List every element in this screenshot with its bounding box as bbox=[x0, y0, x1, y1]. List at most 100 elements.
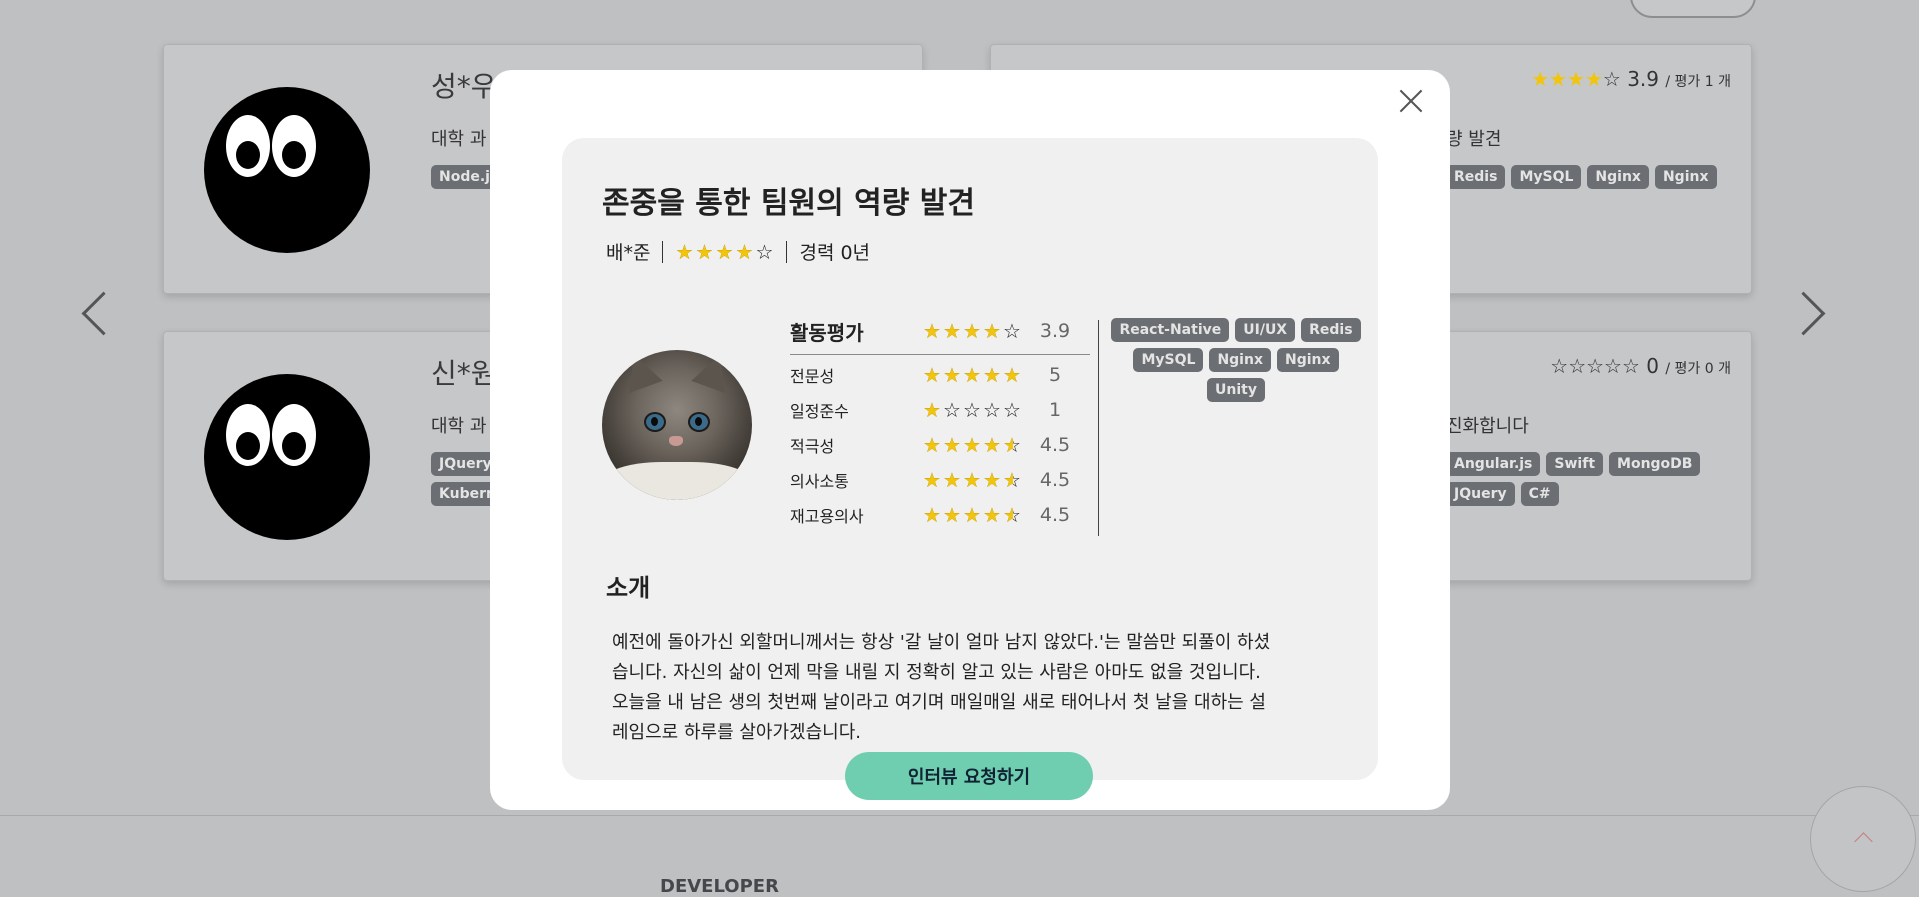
star-icon: ☆ bbox=[963, 397, 981, 422]
author-name: 배*준 bbox=[606, 242, 651, 264]
star-icon: ☆ ★ bbox=[943, 467, 961, 492]
divider bbox=[662, 240, 664, 263]
activity-label: 활동평가 bbox=[790, 320, 864, 345]
tech-tag: MongoDB bbox=[1609, 452, 1701, 476]
rating-label: 적극성 bbox=[790, 436, 835, 456]
tech-tag: Nginx bbox=[1587, 165, 1649, 189]
intro-line: 오늘을 내 남은 생의 첫번째 날이라고 여기며 매일매일 새로 태어나서 첫 … bbox=[612, 692, 1266, 713]
star-icon: ☆ ★ bbox=[943, 502, 961, 527]
star-icon: ☆ ★ bbox=[963, 319, 981, 343]
star-icon: ☆ ★ bbox=[1003, 432, 1021, 457]
star-icon: ☆ ★ bbox=[983, 432, 1001, 457]
tech-tag: MySQL bbox=[1511, 165, 1582, 189]
star-icon: ☆ ★ bbox=[923, 362, 941, 387]
avatar-eyes-icon bbox=[204, 87, 370, 253]
star-icon: ☆ bbox=[1003, 319, 1021, 343]
rating-label: 의사소통 bbox=[790, 471, 849, 491]
star-icon: ☆ ★ bbox=[1003, 362, 1021, 387]
star-icon: ☆ ★ bbox=[923, 432, 941, 457]
skill-tag: MySQL bbox=[1133, 348, 1204, 372]
rating-row: 전문성 ☆ ★ ☆ ★ ☆ ★ ☆ ★ ☆ ★ 5 bbox=[790, 357, 1090, 392]
scroll-to-top-button[interactable] bbox=[1810, 786, 1916, 892]
rating-value: 4.5 bbox=[1039, 503, 1071, 526]
star-icon: ☆ ★ bbox=[923, 319, 941, 343]
rating-row: 일정준수 ☆ ★ ☆ ☆ ☆ ☆ 1 bbox=[790, 392, 1090, 427]
rating-label: 일정준수 bbox=[790, 401, 849, 421]
profile-photo bbox=[602, 350, 752, 500]
star-icon: ☆ ★ bbox=[943, 432, 961, 457]
tech-tag: Redis bbox=[1446, 165, 1506, 189]
star-icon: ☆ ★ bbox=[983, 502, 1001, 527]
rating-row: 재고용의사 ☆ ★ ☆ ★ ☆ ★ ☆ ★ ☆ ★ 4.5 bbox=[790, 497, 1090, 532]
rating-label: 전문성 bbox=[790, 366, 835, 386]
star-icon: ☆ ★ bbox=[1003, 502, 1021, 527]
activity-stars: ☆ ★ ☆ ★ ☆ ★ ☆ ★ ☆ bbox=[923, 321, 1033, 341]
star-icon: ☆ ★ bbox=[983, 319, 1001, 343]
intro-heading: 소개 bbox=[606, 574, 651, 602]
star-icon: ☆ bbox=[983, 397, 1001, 422]
activity-score: 3.9 bbox=[1039, 320, 1071, 342]
tech-tag: Nginx bbox=[1654, 165, 1717, 189]
intro-line: 예전에 돌아가신 외할머니께서는 항상 '갈 날이 얼마 남지 않았다.'는 말… bbox=[612, 632, 1271, 653]
skill-tag: Nginx bbox=[1276, 348, 1339, 372]
star-icon: ☆ ★ bbox=[923, 502, 941, 527]
star-icon: ☆ ★ bbox=[695, 239, 714, 264]
close-icon[interactable] bbox=[1394, 84, 1428, 118]
star-icon: ☆ ★ bbox=[943, 362, 961, 387]
prev-arrow-icon[interactable] bbox=[81, 291, 126, 336]
star-icon: ☆ ★ bbox=[1003, 467, 1021, 492]
star-icon: ☆ ★ bbox=[983, 362, 1001, 387]
next-arrow-icon[interactable] bbox=[1781, 291, 1826, 336]
footer-divider bbox=[0, 815, 1919, 816]
skill-tag: Nginx bbox=[1209, 348, 1271, 372]
tech-tag: JQuery bbox=[1446, 482, 1515, 506]
star-icon: ☆ ★ bbox=[923, 397, 941, 422]
star-icon: ☆ bbox=[755, 239, 774, 264]
skill-tag: React-Native bbox=[1111, 318, 1230, 342]
career-text: 경력 0년 bbox=[799, 242, 871, 264]
vertical-divider bbox=[1098, 320, 1099, 536]
rating-value: 4.5 bbox=[1039, 468, 1071, 491]
star-icon: ☆ ★ bbox=[675, 239, 694, 264]
star-icon: ☆ ★ bbox=[963, 362, 981, 387]
intro-line: 습니다. 자신의 삶이 언제 막을 내릴 지 정확히 알고 있는 사람은 아마도… bbox=[612, 662, 1261, 683]
top-pill-button[interactable] bbox=[1630, 0, 1756, 18]
card-description: 대학 과 bbox=[431, 129, 487, 150]
star-icon: ☆ ★ bbox=[963, 467, 981, 492]
card-name: 신*원 bbox=[431, 357, 497, 390]
rating-stars: ☆ ★ ☆ ★ ☆ ★ ☆ ★ ☆ ★ bbox=[923, 435, 1033, 455]
modal-content-panel: 존중을 통한 팀원의 역량 발견 배*준 ☆ ★ ☆ ★ ☆ ★ ☆ ★ ☆ 경력 0년 활동평… bbox=[562, 138, 1378, 780]
modal-title: 존중을 통한 팀원의 역량 발견 bbox=[602, 186, 975, 221]
tech-tag: Swift bbox=[1546, 452, 1604, 476]
skill-tag: Redis bbox=[1301, 318, 1361, 342]
star-icon: ☆ ★ bbox=[983, 467, 1001, 492]
star-icon: ☆ ★ bbox=[963, 502, 981, 527]
intro-line: 레임으로 하루를 살아가겠습니다. bbox=[612, 722, 862, 743]
activity-rating-header: 활동평가 ☆ ★ ☆ ★ ☆ ★ ☆ ★ ☆ 3.9 bbox=[790, 316, 1090, 355]
intro-text: 예전에 돌아가신 외할머니께서는 항상 '갈 날이 얼마 남지 않았다.'는 말… bbox=[612, 628, 1332, 748]
star-icon: ☆ bbox=[1003, 397, 1021, 422]
card-rating: ★★★★☆ 3.9 / 평가 1 개 bbox=[1531, 67, 1731, 91]
interview-request-button[interactable]: 인터뷰 요청하기 bbox=[845, 752, 1093, 800]
star-icon: ☆ ★ bbox=[943, 319, 961, 343]
star-icon: ☆ ★ bbox=[963, 432, 981, 457]
footer-developer-label: DEVELOPER bbox=[660, 876, 779, 897]
rating-value: 4.5 bbox=[1039, 433, 1071, 456]
star-icon: ☆ bbox=[943, 397, 961, 422]
card-name: 성*우 bbox=[431, 70, 497, 103]
tech-tag: Angular.js bbox=[1446, 452, 1541, 476]
rating-stars: ☆ ★ ☆ ☆ ☆ ☆ bbox=[923, 400, 1033, 420]
rating-value: 1 bbox=[1048, 398, 1062, 421]
skill-tag: Unity bbox=[1207, 378, 1265, 402]
card-description: 량 발견 bbox=[1446, 129, 1502, 150]
card-rating: ☆☆☆☆☆ 0 / 평가 0 개 bbox=[1550, 354, 1731, 378]
rating-row: 의사소통 ☆ ★ ☆ ★ ☆ ★ ☆ ★ ☆ ★ 4.5 bbox=[790, 462, 1090, 497]
rating-label: 재고용의사 bbox=[790, 506, 864, 526]
author-meta: 배*준 ☆ ★ ☆ ★ ☆ ★ ☆ ★ ☆ 경력 0년 bbox=[606, 238, 870, 265]
rating-value: 5 bbox=[1048, 363, 1062, 386]
star-icon: ☆ ★ bbox=[923, 467, 941, 492]
tech-tag: Node.j bbox=[431, 165, 498, 189]
rating-stars: ☆ ★ ☆ ★ ☆ ★ ☆ ★ ☆ ★ bbox=[923, 470, 1033, 490]
rating-row: 적극성 ☆ ★ ☆ ★ ☆ ★ ☆ ★ ☆ ★ 4.5 bbox=[790, 427, 1090, 462]
rating-stars: ☆ ★ ☆ ★ ☆ ★ ☆ ★ ☆ ★ bbox=[923, 505, 1033, 525]
